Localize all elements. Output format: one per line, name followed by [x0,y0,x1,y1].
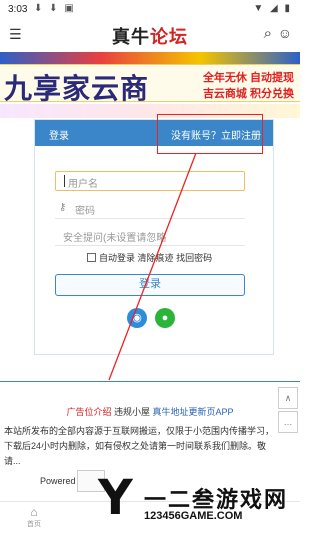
violation-link[interactable]: 违规小屋 [114,407,150,417]
login-title: 登录 [49,131,69,142]
chat-float-button[interactable]: … [278,411,298,433]
download-icons: ⬇ ⬇ ▣ [34,3,76,14]
ad-banner-top[interactable] [0,52,300,64]
nav-home[interactable]: ⌂ 首页 [24,505,44,529]
ad-intro-link[interactable]: 广告位介绍 [66,407,111,417]
security-question-input[interactable]: 安全提问(未设置请忽略 [55,226,245,246]
status-time: 3:03 [8,4,28,15]
highlight-box [157,114,263,154]
auto-login-label[interactable]: 自动登录 [99,253,135,263]
section-divider [0,381,300,382]
footer-links: 广告位介绍 违规小屋 真牛地址更新页APP [0,405,300,418]
login-options: 自动登录 清除痕迹 找回密码 [87,251,212,265]
clear-traces-link[interactable]: 清除痕迹 [138,253,174,263]
site-watermark: Y 一二叁游戏网 123456GAME.COM [98,470,298,531]
watermark-url: 123456GAME.COM [144,510,243,522]
watermark-letter: Y [98,470,133,526]
username-placeholder: 用户名 [68,179,98,190]
banner-line-2: 吉云商城 积分兑换 [202,88,294,100]
text-caret [64,175,65,187]
password-input[interactable]: ⚷ 密码 [55,199,245,219]
banner-line-1: 全年无休 自动提现 [202,72,294,84]
login-button[interactable]: 登录 [55,274,245,296]
home-icon: ⌂ [30,505,38,519]
qq-login-icon[interactable]: ◉ [127,308,147,328]
back-to-top-button[interactable]: ∧ [278,387,298,409]
username-input[interactable]: 用户名 [55,171,245,191]
user-icon[interactable]: ☺ [278,25,292,41]
banner-main-text: 九享家云商 [4,72,150,105]
recover-password-link[interactable]: 找回密码 [176,253,212,263]
wechat-login-icon[interactable]: ● [155,308,175,328]
address-update-link[interactable]: 真牛地址更新页APP [153,407,234,417]
status-bar: 3:03 ⬇ ⬇ ▣ ▼ ◢ ▮ [0,0,300,20]
auto-login-checkbox[interactable] [87,253,96,262]
nav-home-label: 首页 [27,521,41,528]
app-header: ☰ 真牛论坛 ⌕ ☺ [0,20,300,50]
disclaimer-text: 本站所发布的全部内容源于互联网搬运，仅限于小范围内传播学习，下载后24小时内删除… [4,426,275,466]
logo-text-main: 真牛 [112,27,150,47]
signal-battery-icons: ▼ ◢ ▮ [253,3,292,14]
site-logo[interactable]: 真牛论坛 [0,23,300,49]
search-icon[interactable]: ⌕ [264,25,272,42]
password-placeholder: 密码 [75,206,95,217]
ad-banner[interactable]: 九享家云商 全年无休 自动提现 吉云商城 积分兑换 [0,64,300,105]
security-placeholder: 安全提问(未设置请忽略 [63,233,167,244]
logo-text-accent: 论坛 [150,27,188,47]
key-icon: ⚷ [59,202,67,213]
powered-by-text: Powered [40,476,76,486]
